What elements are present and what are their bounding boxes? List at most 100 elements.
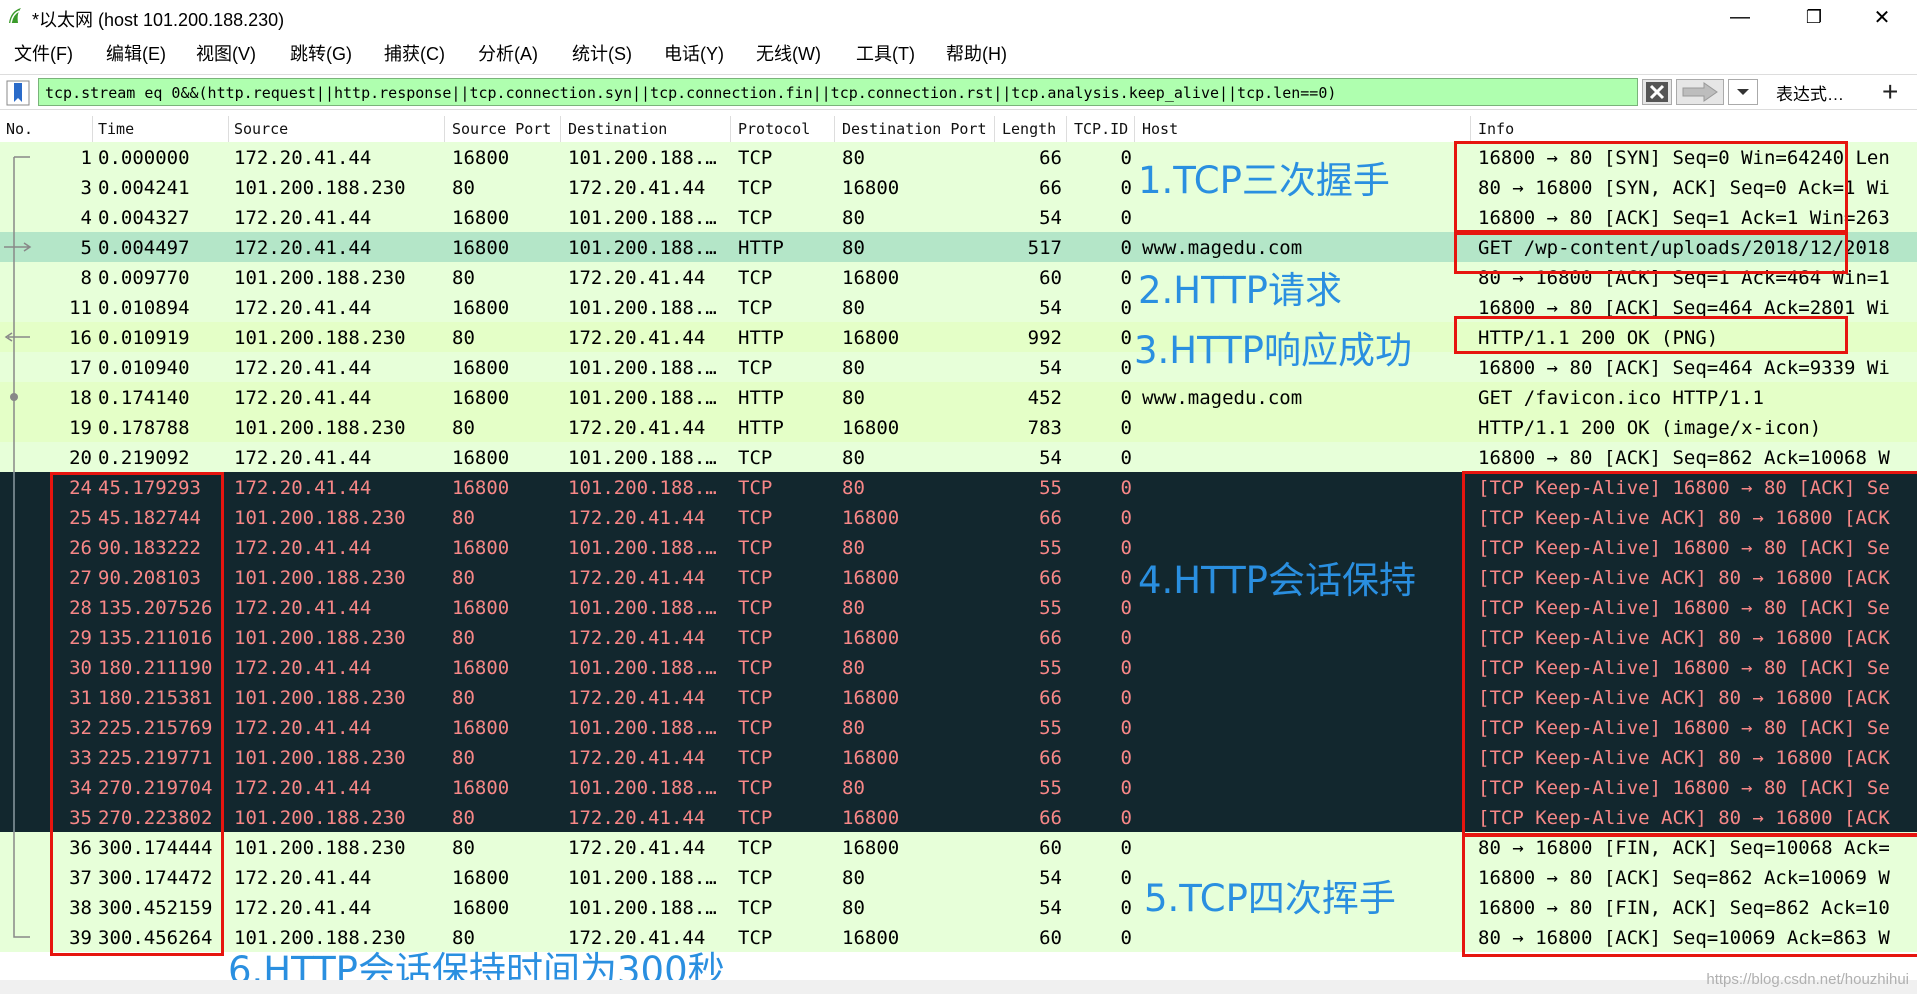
packet-row[interactable]: 28 135.207526 172.20.41.44 16800 101.200.188… [0,592,1917,622]
packet-row[interactable]: 17 0.010940 172.20.41.44 16800 101.200.188.…… [0,352,1917,382]
packet-destination: 172.20.41.44 [568,267,706,289]
packet-destination: 172.20.41.44 [568,927,706,949]
menu-file[interactable]: 文件(F) [14,40,73,66]
column-length[interactable]: Length [1002,120,1056,138]
menu-help[interactable]: 帮助(H) [946,40,1007,66]
packet-info: [TCP Keep-Alive ACK] 80 → 16800 [ACK [1478,747,1890,769]
packet-source-port: 80 [452,507,475,529]
packet-row[interactable]: 37 300.174472 172.20.41.44 16800 101.200.188… [0,862,1917,892]
packet-no: 3 [80,177,92,199]
column-destination[interactable]: Destination [568,120,667,138]
expression-button[interactable]: 表达式… [1776,80,1844,105]
horizontal-scrollbar[interactable] [0,980,1917,994]
packet-row[interactable]: 32 225.215769 172.20.41.44 16800 101.200.188… [0,712,1917,742]
packet-destination-port: 80 [842,387,865,409]
column-time[interactable]: Time [98,120,134,138]
menu-capture[interactable]: 捕获(C) [384,40,445,66]
packet-row[interactable]: 19 0.178788 101.200.188.230 80 172.20.41.44 H… [0,412,1917,442]
packet-row[interactable]: 26 90.183222 172.20.41.44 16800 101.200.188.… [0,532,1917,562]
packet-row[interactable]: 36 300.174444 101.200.188.230 80 172.20.41.4… [0,832,1917,862]
packet-row[interactable]: 25 45.182744 101.200.188.230 80 172.20.41.44… [0,502,1917,532]
packet-time: 300.174472 [98,867,213,889]
display-filter-input[interactable]: tcp.stream eq 0&&(http.request||http.res… [38,78,1638,106]
packet-destination: 101.200.188.… [568,357,717,379]
column-source[interactable]: Source [234,120,288,138]
packet-row[interactable]: 11 0.010894 172.20.41.44 16800 101.200.188.…… [0,292,1917,322]
packet-destination-port: 16800 [842,807,900,829]
packet-source: 101.200.188.230 [234,567,406,589]
packet-source: 172.20.41.44 [234,387,372,409]
column-tcp-id[interactable]: TCP.ID [1074,120,1128,138]
conversation-tree-line [0,472,40,502]
packet-destination: 172.20.41.44 [568,567,706,589]
menu-wireless[interactable]: 无线(W) [756,40,821,66]
menu-tools[interactable]: 工具(T) [856,40,915,66]
menu-edit[interactable]: 编辑(E) [106,40,166,66]
packet-time: 135.211016 [98,627,213,649]
packet-source: 101.200.188.230 [234,747,406,769]
packet-row[interactable]: 8 0.009770 101.200.188.230 80 172.20.41.44 TC… [0,262,1917,292]
packet-length: 55 [1039,537,1062,559]
packet-source-port: 16800 [452,597,510,619]
packet-row[interactable]: 29 135.211016 101.200.188.230 80 172.20.41.4… [0,622,1917,652]
packet-source: 101.200.188.230 [234,327,406,349]
packet-source: 101.200.188.230 [234,807,406,829]
packet-row[interactable]: 20 0.219092 172.20.41.44 16800 101.200.188.…… [0,442,1917,472]
packet-source-port: 16800 [452,207,510,229]
packet-destination-port: 80 [842,147,865,169]
packet-protocol: TCP [738,567,773,589]
packet-source-port: 16800 [452,657,510,679]
menu-telephony[interactable]: 电话(Y) [664,40,724,66]
column-protocol[interactable]: Protocol [738,120,810,138]
menu-statistics[interactable]: 统计(S) [572,40,632,66]
packet-row[interactable]: 16 0.010919 101.200.188.230 80 172.20.41.44 H… [0,322,1917,352]
packet-source: 172.20.41.44 [234,657,372,679]
packet-row[interactable]: 24 45.179293 172.20.41.44 16800 101.200.188.… [0,472,1917,502]
packet-row[interactable]: 4 0.004327 172.20.41.44 16800 101.200.188.… T… [0,202,1917,232]
clear-filter-button[interactable] [1642,79,1672,105]
packet-length: 66 [1039,747,1062,769]
packet-row[interactable]: 27 90.208103 101.200.188.230 80 172.20.41.44… [0,562,1917,592]
packet-tcp-id: 0 [1120,687,1132,709]
packet-row[interactable]: 1 0.000000 172.20.41.44 16800 101.200.188.… T… [0,142,1917,172]
packet-destination: 172.20.41.44 [568,837,706,859]
packet-row[interactable]: 3 0.004241 101.200.188.230 80 172.20.41.44 TC… [0,172,1917,202]
packet-source: 101.200.188.230 [234,507,406,529]
packet-row[interactable]: 38 300.452159 172.20.41.44 16800 101.200.188… [0,892,1917,922]
packet-row[interactable]: 39 300.456264 101.200.188.230 80 172.20.41.4… [0,922,1917,952]
packet-row[interactable]: 31 180.215381 101.200.188.230 80 172.20.41.4… [0,682,1917,712]
arrow-right-icon [1682,82,1718,102]
packet-row[interactable]: 30 180.211190 172.20.41.44 16800 101.200.188… [0,652,1917,682]
minimize-button[interactable]: — [1710,0,1770,34]
menu-analyze[interactable]: 分析(A) [478,40,538,66]
add-filter-button[interactable]: + [1882,76,1898,108]
menu-view[interactable]: 视图(V) [196,40,256,66]
column-source-port[interactable]: Source Port [452,120,551,138]
menu-go[interactable]: 跳转(G) [290,40,352,66]
column-host[interactable]: Host [1142,120,1178,138]
packet-tcp-id: 0 [1120,447,1132,469]
close-button[interactable]: ✕ [1852,0,1912,34]
packet-source-port: 16800 [452,777,510,799]
packet-row[interactable]: 33 225.219771 101.200.188.230 80 172.20.41.4… [0,742,1917,772]
packet-row[interactable]: 35 270.223802 101.200.188.230 80 172.20.41.4… [0,802,1917,832]
packet-row[interactable]: 18 0.174140 172.20.41.44 16800 101.200.188.…… [0,382,1917,412]
packet-time: 135.207526 [98,597,213,619]
apply-filter-button[interactable] [1676,79,1724,105]
packet-time: 0.000000 [98,147,190,169]
packet-row[interactable]: 34 270.219704 172.20.41.44 16800 101.200.188… [0,772,1917,802]
maximize-button[interactable]: ❐ [1784,0,1844,34]
packet-destination: 172.20.41.44 [568,687,706,709]
packet-source-port: 80 [452,327,475,349]
packet-time: 0.219092 [98,447,190,469]
packet-no: 39 [69,927,92,949]
packet-tcp-id: 0 [1120,207,1132,229]
packet-tcp-id: 0 [1120,597,1132,619]
bookmark-icon[interactable] [6,80,30,106]
column-no[interactable]: No. [6,120,33,138]
column-info[interactable]: Info [1478,120,1514,138]
column-destination-port[interactable]: Destination Port [842,120,987,138]
packet-tcp-id: 0 [1120,777,1132,799]
packet-row[interactable]: 5 0.004497 172.20.41.44 16800 101.200.188.… H… [0,232,1917,262]
filter-history-dropdown[interactable] [1728,79,1758,105]
